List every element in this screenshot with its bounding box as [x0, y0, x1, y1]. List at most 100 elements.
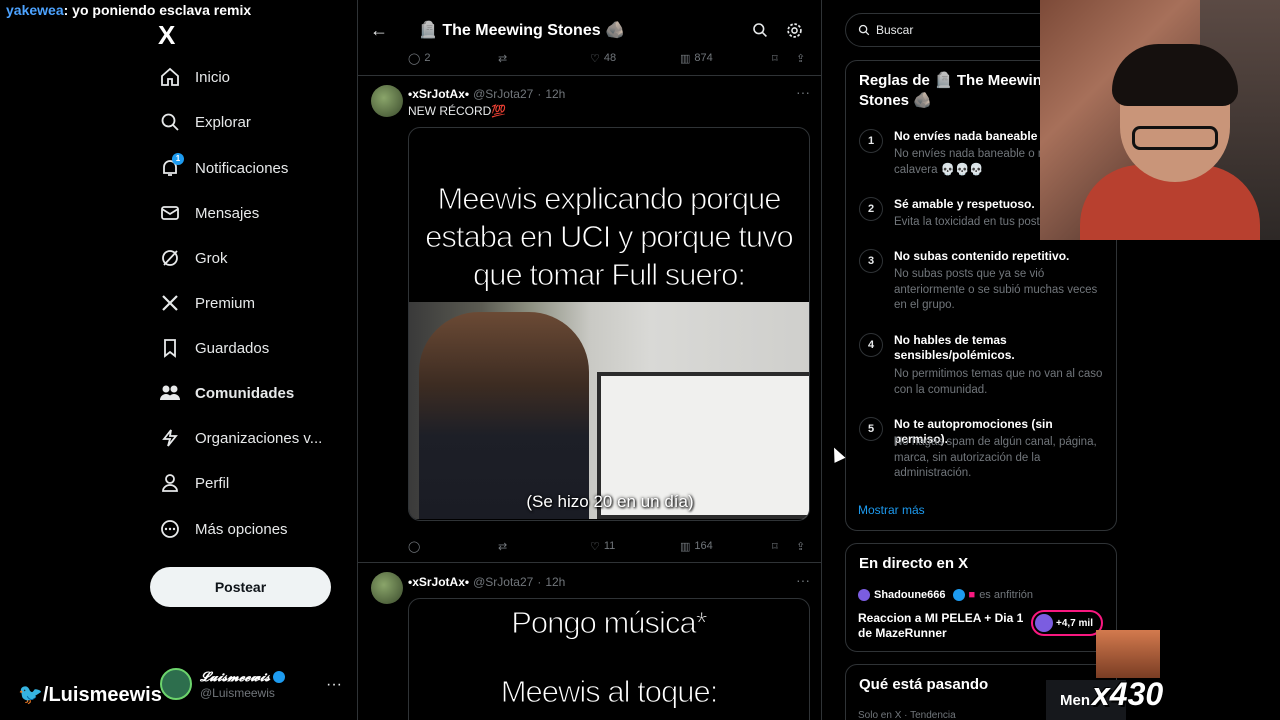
rule-number: 1	[859, 129, 883, 153]
live-stream-title[interactable]: Reaccion a MI PELEA + Dia 1 de MazeRunne…	[858, 611, 1028, 641]
nav-item-inicio[interactable]: Inicio	[158, 57, 230, 97]
more-horizontal-icon[interactable]: ···	[796, 84, 810, 100]
retweet-button[interactable]: ⇄	[498, 52, 507, 65]
rule-number: 2	[859, 197, 883, 221]
tweet-media-video[interactable]: Meewis explicando porque estaba en UCI y…	[408, 127, 810, 521]
webcam-overlay	[1040, 0, 1280, 240]
verified-icon	[273, 670, 286, 683]
tweet-author-name[interactable]: •xSrJotAx•	[408, 87, 469, 101]
search-icon	[858, 24, 870, 36]
nav-item-perfil[interactable]: Perfil	[158, 463, 229, 503]
home-icon	[158, 65, 182, 89]
meme-caption: Meewis explicando porque estaba en UCI y…	[425, 181, 795, 293]
nav-label: Grok	[195, 249, 228, 267]
avatar[interactable]	[371, 85, 403, 117]
communities-icon	[158, 381, 182, 405]
more-horizontal-icon[interactable]: ···	[796, 572, 810, 588]
divider	[358, 75, 821, 76]
account-switcher[interactable]: 𝓛𝓾𝓲𝓼𝓶𝓮𝓮𝔀𝓲𝓼 @Luismeewis	[160, 668, 286, 700]
avatar[interactable]	[371, 572, 403, 604]
x-icon	[158, 291, 182, 315]
bookmark-icon: ⌑	[772, 540, 778, 553]
like-button[interactable]: ♡ 11	[590, 540, 615, 553]
nav-item-explorar[interactable]: Explorar	[158, 102, 251, 142]
person-icon	[158, 471, 182, 495]
rule-title: No subas contenido repetitivo.	[894, 249, 1070, 263]
like-button[interactable]: ♡ 48	[590, 52, 616, 65]
gear-icon[interactable]	[786, 22, 803, 39]
share-icon: ⇪	[796, 540, 806, 553]
view-count: 164	[694, 540, 713, 552]
view-count: 874	[694, 52, 713, 64]
reply-button[interactable]: ◯ 2	[408, 52, 430, 65]
retweet-icon: ⇄	[498, 52, 508, 65]
nav-label: Premium	[195, 294, 256, 312]
bookmark-button[interactable]: ⌑	[772, 52, 778, 65]
corner-tag-text: /Luismeewis	[42, 684, 162, 706]
chat-message: : yo poniendo esclava remix	[63, 2, 252, 18]
show-more-link[interactable]: Mostrar más	[858, 503, 925, 517]
account-name: 𝓛𝓾𝓲𝓼𝓶𝓮𝓮𝔀𝓲𝓼	[200, 670, 271, 685]
notification-badge: 1	[172, 153, 184, 165]
trends-title: Qué está pasando	[859, 676, 989, 693]
nav-item-notificaciones[interactable]: 1 Notificaciones	[158, 148, 288, 188]
tweet-media-video[interactable]: Pongo música* Meewis al toque:	[408, 598, 810, 720]
post-button[interactable]: Postear	[150, 567, 331, 607]
bookmark-button[interactable]: ⌑	[772, 540, 778, 553]
reply-icon: ◯	[408, 52, 421, 65]
tweet-text: NEW RÉCORD💯	[408, 104, 507, 118]
nav-item-grok[interactable]: Grok	[158, 238, 228, 278]
nav-item-comunidades[interactable]: Comunidades	[158, 373, 294, 413]
search-icon[interactable]	[752, 22, 768, 38]
tweet-header: •xSrJotAx• @SrJota27 · 12h	[408, 575, 565, 589]
chart-icon: ▥	[680, 540, 691, 553]
heart-icon: ♡	[590, 540, 600, 553]
video-frame: (Se hizo 20 en un día)	[409, 302, 809, 519]
divider	[358, 562, 821, 563]
like-count: 48	[603, 52, 617, 64]
mouse-cursor	[828, 445, 846, 463]
views-button[interactable]: ▥ 874	[680, 52, 713, 65]
retweet-icon: ⇄	[498, 540, 508, 553]
rule-description: No hagas spam de algún canal, página, ma…	[894, 436, 1097, 479]
nav-item-guardados[interactable]: Guardados	[158, 328, 269, 368]
tweet-author-handle: @SrJota27	[473, 575, 534, 589]
chat-username: yakewea	[6, 2, 64, 18]
live-listeners-pill[interactable]: +4,7 mil	[1031, 610, 1103, 636]
lightning-icon	[158, 426, 182, 450]
retweet-button[interactable]: ⇄	[498, 540, 507, 553]
share-button[interactable]: ⇪	[796, 52, 805, 65]
tweet-author-handle: @SrJota27	[473, 87, 534, 101]
video-person	[419, 312, 589, 519]
more-horizontal-icon[interactable]: ···	[326, 676, 342, 694]
rule-description: No permitimos temas que no van al caso c…	[894, 368, 1103, 396]
x-logo-icon[interactable]: X	[158, 20, 175, 51]
meme-line: Meewis al toque:	[500, 674, 719, 710]
nav-item-mas-opciones[interactable]: Más opciones	[158, 509, 288, 549]
community-header: ← 🪦 The Meewing Stones 🪨	[358, 10, 821, 50]
share-button[interactable]: ⇪	[796, 540, 805, 553]
twitter-bird-icon: 🐦	[18, 684, 43, 706]
nav-item-mensajes[interactable]: Mensajes	[158, 193, 259, 233]
meme-line: Pongo música*	[511, 605, 709, 641]
tweet-header: •xSrJotAx• @SrJota27 · 12h	[408, 87, 565, 101]
views-button[interactable]: ▥ 164	[680, 540, 713, 553]
more-circle-icon	[158, 517, 182, 541]
nav-item-organizaciones[interactable]: Organizaciones v...	[158, 418, 322, 458]
separator: ·	[537, 575, 542, 589]
reply-button[interactable]: ◯	[408, 540, 420, 553]
live-host[interactable]: Shadoune666 ■ es anfitrión	[858, 589, 1033, 601]
reply-count: 2	[424, 52, 431, 64]
nav-label: Más opciones	[195, 520, 288, 538]
back-arrow-icon[interactable]: ←	[370, 20, 388, 41]
live-title: En directo en X	[859, 555, 969, 572]
stream-counter: x430	[1092, 676, 1164, 712]
bell-icon: 1	[158, 153, 184, 180]
nav-label: Perfil	[195, 474, 230, 492]
tweet-author-name[interactable]: •xSrJotAx•	[408, 575, 469, 589]
nav-item-premium[interactable]: Premium	[158, 283, 255, 323]
tweet-actions: ◯ 2 ⇄ ♡ 48 ▥ 874 ⌑ ⇪	[408, 48, 808, 68]
avatar	[858, 589, 870, 601]
video-subtitle: (Se hizo 20 en un día)	[526, 492, 694, 511]
search-icon	[158, 110, 182, 134]
